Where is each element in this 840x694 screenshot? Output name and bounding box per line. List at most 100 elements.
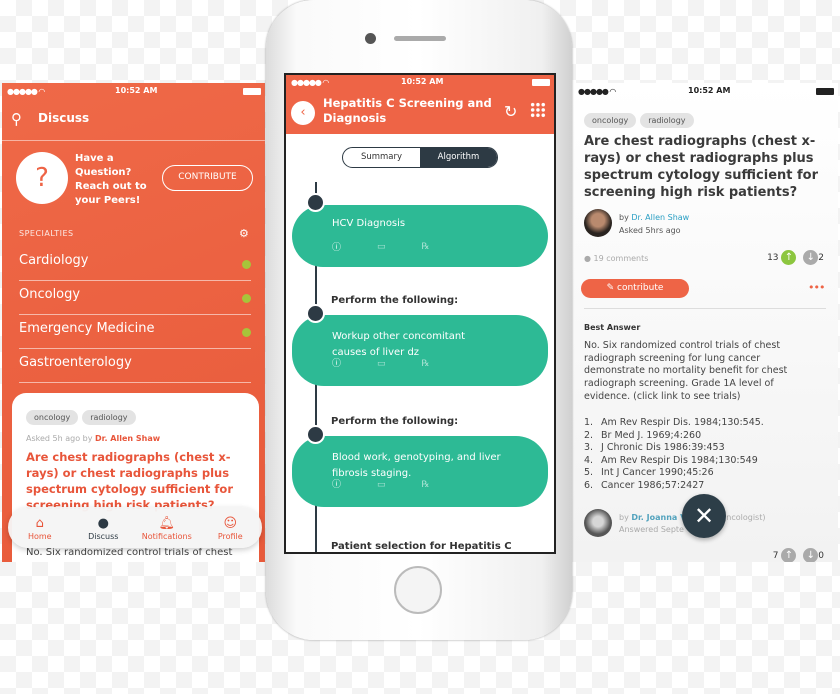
asked-time: Asked 5hrs ago	[619, 226, 681, 235]
specialty-oncology[interactable]: Oncology	[19, 281, 251, 315]
tag[interactable]: oncology	[26, 410, 79, 425]
reference-item[interactable]: 4. Am Rev Respir Dis 1984;130:549	[584, 455, 824, 468]
search-icon[interactable]: ⚲	[11, 110, 22, 128]
reference-item[interactable]: 1. Am Rev Respir Dis. 1984;130:545.	[584, 417, 824, 430]
upvote-count: 7	[772, 551, 779, 561]
reference-number: 3.	[584, 442, 594, 453]
info-icon[interactable]: ⓘ	[332, 477, 341, 493]
downvote-icon[interactable]: ↓	[803, 548, 819, 562]
tab-notifications[interactable]: 🔔︎ Notifications	[137, 515, 197, 541]
upvote-count: 13	[767, 253, 779, 263]
avatar[interactable]	[584, 509, 612, 537]
avatar[interactable]	[584, 209, 612, 237]
battery-icon	[816, 88, 834, 95]
reference-item[interactable]: 2. Br Med J. 1969;4:260	[584, 430, 824, 443]
reference-text: Am Rev Respir Dis 1984;130:549	[601, 454, 758, 466]
status-time: 10:52 AM	[401, 77, 444, 86]
tab-home[interactable]: ⌂ Home	[10, 515, 70, 541]
battery-icon	[243, 88, 261, 95]
rx-icon[interactable]: ℞	[422, 242, 430, 252]
reference-item[interactable]: 5. Int J Cancer 1990;45:26	[584, 467, 824, 480]
specialty-cardiology[interactable]: Cardiology	[19, 247, 251, 281]
step-text: HCV Diagnosis	[332, 218, 406, 229]
tag[interactable]: radiology	[82, 410, 136, 425]
reference-number: 6.	[584, 479, 594, 491]
status-time: 10:52 AM	[115, 86, 158, 95]
specialty-emergency-medicine[interactable]: Emergency Medicine	[19, 315, 251, 349]
discuss-screen: ●●●●● ◠ 10:52 AM ⚲ Discuss ? Have a Quest…	[2, 83, 265, 562]
algorithm-step-card[interactable]: HCV Diagnosis ⓘ ▭ ℞	[292, 205, 548, 267]
info-icon[interactable]: ⓘ	[332, 356, 341, 372]
author-link[interactable]: Dr. Allen Shaw	[95, 434, 160, 443]
rx-icon[interactable]: ℞	[422, 477, 430, 493]
reference-number: 4.	[584, 454, 594, 466]
more-icon[interactable]: •••	[808, 281, 825, 294]
algorithm-screen: ●●●●● ◠ 10:52 AM ‹ Hepatitis C Screening…	[284, 73, 556, 554]
reference-number: 5.	[584, 467, 594, 478]
bell-icon: 🔔︎	[158, 515, 175, 531]
algorithm-step-card[interactable]: Blood work, genotyping, and liver fibros…	[292, 436, 548, 507]
tab-profile[interactable]: ☺ Profile	[200, 515, 260, 541]
specialty-label: Emergency Medicine	[19, 321, 155, 336]
author-link[interactable]: Dr. Allen Shaw	[631, 213, 689, 222]
contribute-button[interactable]: CONTRIBUTE	[162, 165, 253, 191]
tag[interactable]: oncology	[584, 113, 637, 128]
answer-author-suffix: ncologist)	[726, 513, 766, 522]
comments-count: 19 comments	[593, 254, 649, 263]
segment-summary[interactable]: Summary	[343, 148, 420, 167]
back-button[interactable]: ‹	[291, 101, 315, 125]
question-title: Are chest radiographs (chest x-rays) or …	[584, 134, 818, 200]
algorithm-step-card[interactable]: Workup other concomitant causes of liver…	[292, 315, 548, 386]
upvote-icon[interactable]: ↑	[781, 548, 797, 562]
question-title[interactable]: Are chest radiographs (chest x-rays) or …	[26, 449, 245, 513]
tag[interactable]: radiology	[640, 113, 694, 128]
tab-label: Discuss	[88, 531, 119, 541]
tab-discuss[interactable]: ● Discuss	[73, 515, 133, 541]
timeline-node	[306, 304, 325, 323]
reference-item[interactable]: 6. Cancer 1986;57:2427	[584, 480, 824, 493]
contribute-button[interactable]: ✎ contribute	[581, 279, 689, 298]
timeline-node	[306, 425, 325, 444]
tab-label: Notifications	[141, 531, 192, 541]
comment-icon[interactable]: ▭	[377, 356, 386, 372]
tab-bar: ⌂ Home ● Discuss 🔔︎ Notifications ☺ Profile	[8, 507, 262, 548]
rx-icon[interactable]: ℞	[422, 356, 430, 372]
answer-preview: No. Six randomized control trials of che…	[26, 547, 233, 558]
status-dot	[242, 294, 251, 303]
specialty-label: Cardiology	[19, 253, 89, 268]
user-icon: ☺	[223, 515, 238, 531]
references-list: 1. Am Rev Respir Dis. 1984;130:545. 2. Br M…	[584, 417, 824, 492]
comments-link[interactable]: ● 19 comments	[584, 254, 648, 263]
camera	[365, 33, 376, 44]
close-button[interactable]: ✕	[682, 494, 726, 538]
downvote-icon[interactable]: ↓	[803, 250, 819, 265]
specialty-label: Gastroenterology	[19, 355, 132, 370]
signal-icon: ●●●●● ◠	[578, 87, 616, 96]
reference-text: Br Med J. 1969;4:260	[601, 429, 702, 441]
info-icon[interactable]: ⓘ	[332, 240, 341, 253]
home-hardware-button[interactable]	[394, 566, 442, 614]
grid-menu-icon[interactable]	[530, 102, 546, 118]
signal-icon: ●●●●● ◠	[291, 78, 329, 87]
next-step-label: Patient selection for Hepatitis C	[331, 541, 512, 552]
reference-item[interactable]: 3. J Chronic Dis 1986:39:453	[584, 442, 824, 455]
chat-bubble-icon: ●	[97, 515, 109, 531]
edit-icon: ✎	[606, 283, 615, 293]
downvote-count: 0	[818, 551, 824, 561]
page-title: Hepatitis C Screening and Diagnosis	[323, 96, 492, 125]
app-header: ●●●●● ◠ 10:52 AM ‹ Hepatitis C Screening…	[286, 75, 554, 134]
gear-icon[interactable]: ⚙	[239, 227, 249, 240]
promo-text: Have a Question? Reach out to your Peers!	[75, 152, 147, 208]
comment-icon[interactable]: ▭	[377, 477, 386, 493]
segment-algorithm[interactable]: Algorithm	[420, 148, 497, 167]
specialty-gastroenterology[interactable]: Gastroenterology	[19, 349, 251, 383]
upvote-icon[interactable]: ↑	[781, 250, 797, 265]
answer-author-link[interactable]: Dr. Joanna V	[631, 513, 686, 522]
refresh-icon[interactable]: ↻	[504, 102, 517, 121]
divider	[584, 308, 826, 309]
reference-text: Am Rev Respir Dis. 1984;130:545.	[601, 417, 764, 428]
segmented-control: Summary Algorithm	[342, 147, 498, 168]
reference-text: J Chronic Dis 1986:39:453	[601, 442, 725, 453]
comment-icon[interactable]: ▭	[377, 242, 386, 252]
question-detail-screen: ●●●●● ◠ 10:52 AM oncology radiology Are c…	[572, 83, 838, 562]
